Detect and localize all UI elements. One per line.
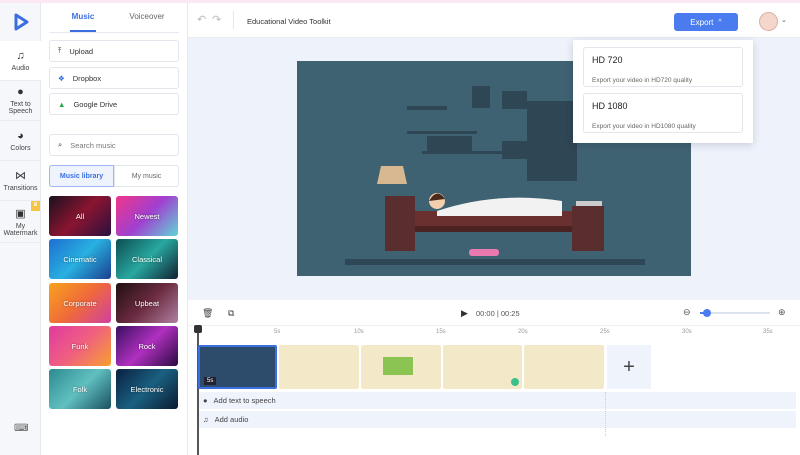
ruler-label: 10s: [354, 329, 364, 335]
genre-cinematic[interactable]: Cinematic: [49, 239, 111, 279]
add-text-to-speech-track[interactable]: ● Add text to speech: [199, 392, 796, 409]
genre-newest[interactable]: Newest: [116, 196, 178, 236]
sidebar-item-label: Audio: [11, 64, 30, 72]
chevron-up-icon: ^: [718, 18, 722, 26]
button-label: Google Drive: [73, 99, 118, 109]
search-placeholder: Search music: [70, 140, 116, 150]
playhead-handle[interactable]: [194, 325, 202, 333]
app-logo[interactable]: [0, 3, 41, 40]
genre-rock[interactable]: Rock: [116, 326, 178, 366]
clip-5[interactable]: [524, 345, 604, 389]
export-option-hd1080[interactable]: HD 1080 Export your video in HD1080 quali…: [583, 93, 743, 133]
ruler-label: 20s: [518, 329, 528, 335]
ruler-line: [188, 325, 800, 326]
duplicate-icon[interactable]: ⧉: [228, 308, 234, 319]
upload-icon: ⤒: [58, 46, 62, 55]
divider: [49, 32, 179, 33]
bowtie-icon: ⋈: [15, 170, 26, 182]
sidebar-item-text-to-speech[interactable]: ● Text to Speech: [0, 81, 41, 121]
genre-funk[interactable]: Funk: [49, 326, 111, 366]
dropbox-button[interactable]: ❖ Dropbox: [49, 67, 179, 89]
palette-icon: ◕: [17, 129, 24, 142]
sidebar-item-label: My Watermark: [3, 222, 38, 237]
search-input[interactable]: ⌕ Search music: [49, 134, 179, 156]
genre-classical[interactable]: Classical: [116, 239, 178, 279]
undo-icon[interactable]: ↶: [197, 13, 206, 26]
sidebar-item-my-watermark[interactable]: ▣ My Watermark ♛: [0, 201, 41, 243]
tab-music[interactable]: Music: [53, 12, 113, 21]
crown-badge-icon: ♛: [31, 201, 40, 211]
watermark-icon: ▣: [15, 207, 26, 220]
ruler-label: 35s: [763, 329, 773, 335]
track-label: Add text to speech: [213, 396, 276, 405]
clip-duration: 5s: [204, 377, 217, 385]
audio-panel: Music Voiceover ⤒ Upload ❖ Dropbox ▲ Google…: [41, 3, 188, 455]
button-label: Dropbox: [72, 73, 102, 83]
zoom-slider-handle[interactable]: [703, 309, 711, 317]
trash-icon[interactable]: 🗑: [202, 308, 213, 319]
genre-folk[interactable]: Folk: [49, 369, 111, 409]
zoom-slider[interactable]: [700, 309, 770, 317]
clip-2[interactable]: [279, 345, 359, 389]
track-label: Add audio: [214, 415, 249, 424]
clip-4[interactable]: [443, 345, 522, 389]
divider: [233, 11, 234, 29]
genre-upbeat[interactable]: Upbeat: [116, 283, 178, 323]
check-icon: [511, 378, 519, 386]
sidebar-item-label: Transitions: [3, 185, 38, 192]
speech-icon: ●: [17, 86, 24, 98]
option-title: HD 720: [592, 55, 623, 65]
clip-3[interactable]: [361, 345, 441, 389]
export-label: Export: [690, 17, 714, 27]
option-desc: Export your video in HD720 quality: [592, 77, 693, 84]
option-title: HD 1080: [592, 101, 628, 111]
music-note-icon: ♫: [16, 49, 25, 62]
sidebar-item-audio[interactable]: ♫ Audio: [0, 41, 41, 81]
chevron-down-icon[interactable]: ⌄: [781, 16, 787, 24]
end-marker: [605, 392, 606, 436]
genre-all[interactable]: All: [49, 196, 111, 236]
zoom-out-icon[interactable]: ⊖: [683, 307, 691, 318]
export-button[interactable]: Export ^: [674, 13, 738, 31]
sidebar-item-label: Colors: [10, 144, 31, 152]
export-option-hd720[interactable]: HD 720 Export your video in HD720 quality: [583, 47, 743, 87]
play-icon[interactable]: ▶: [461, 308, 468, 319]
google-drive-icon: ▲: [58, 99, 66, 109]
google-drive-button[interactable]: ▲ Google Drive: [49, 93, 179, 115]
export-dropdown: HD 720 Export your video in HD720 quality…: [573, 40, 753, 143]
sidebar-item-colors[interactable]: ◕ Colors: [0, 121, 41, 161]
tab-voiceover[interactable]: Voiceover: [117, 12, 177, 21]
sidebar-rail: ♫ Audio ● Text to Speech ◕ Colors ⋈ Transiti…: [0, 3, 41, 455]
avatar[interactable]: [759, 12, 778, 31]
project-title[interactable]: Educational Video Toolkit: [247, 17, 331, 26]
time-readout: 00:00 | 00:25: [476, 309, 520, 318]
ruler-label: 15s: [436, 329, 446, 335]
sidebar-item-transitions[interactable]: ⋈ Transitions: [0, 161, 41, 201]
add-clip-button[interactable]: +: [607, 345, 651, 389]
sidebar-item-label: Text to Speech: [8, 101, 33, 115]
top-bar: ↶ ↷ Educational Video Toolkit Export ^ ⌄: [188, 3, 800, 38]
dropbox-icon: ❖: [58, 73, 65, 83]
search-icon: ⌕: [58, 140, 63, 149]
speech-icon: ●: [203, 396, 208, 405]
keyboard-icon[interactable]: ⌨: [14, 423, 28, 434]
option-desc: Export your video in HD1080 quality: [592, 123, 696, 130]
clip-thumbnail: [383, 357, 413, 375]
add-audio-track[interactable]: ♫ Add audio: [199, 411, 796, 428]
zoom-in-icon[interactable]: ⊕: [778, 307, 786, 318]
upload-button[interactable]: ⤒ Upload: [49, 40, 179, 62]
clip-1[interactable]: 5s: [198, 345, 277, 389]
segment-music-library[interactable]: Music library: [49, 165, 114, 187]
ruler-label: 5s: [274, 329, 281, 335]
music-note-icon: ♫: [203, 415, 209, 424]
segment-my-music[interactable]: My music: [114, 165, 179, 187]
button-label: Upload: [69, 46, 94, 56]
redo-icon[interactable]: ↷: [212, 13, 221, 26]
genre-corporate[interactable]: Corporate: [49, 283, 111, 323]
genre-electronic[interactable]: Electronic: [116, 369, 178, 409]
ruler-label: 25s: [600, 329, 610, 335]
ruler-label: 30s: [682, 329, 692, 335]
